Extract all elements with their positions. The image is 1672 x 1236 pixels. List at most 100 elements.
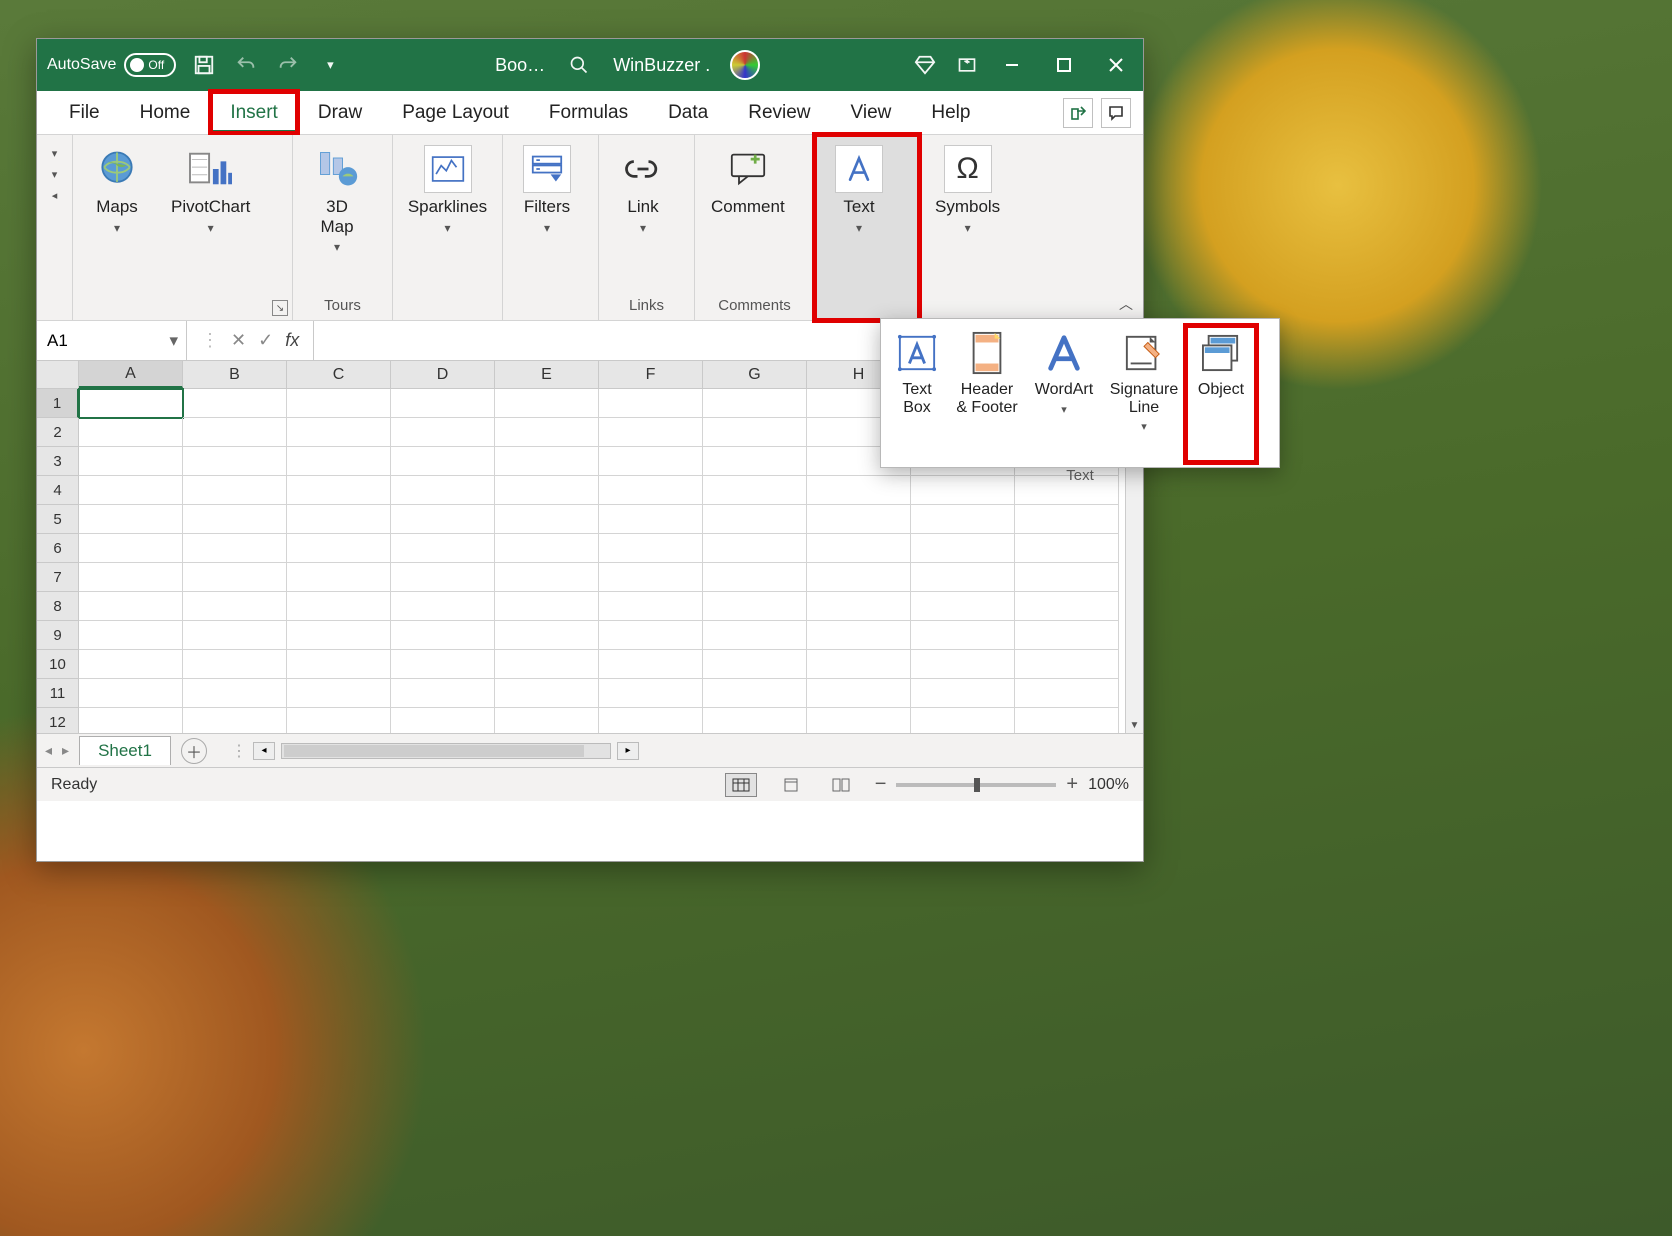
zoom-in-button[interactable]: +: [1066, 773, 1078, 796]
cell[interactable]: [807, 534, 911, 563]
cell[interactable]: [703, 418, 807, 447]
cell[interactable]: [703, 563, 807, 592]
comment-button[interactable]: Comment: [705, 141, 791, 221]
cell[interactable]: [287, 476, 391, 505]
cell[interactable]: [599, 505, 703, 534]
link-button[interactable]: Link ▾: [609, 141, 677, 239]
cell[interactable]: [183, 621, 287, 650]
save-icon[interactable]: [190, 51, 218, 79]
cell[interactable]: [287, 621, 391, 650]
cell[interactable]: [703, 708, 807, 733]
cell[interactable]: [703, 592, 807, 621]
search-icon[interactable]: [565, 51, 593, 79]
row-header[interactable]: 12: [37, 708, 79, 733]
tab-draw[interactable]: Draw: [298, 91, 382, 134]
cell[interactable]: [79, 708, 183, 733]
cell[interactable]: [287, 389, 391, 418]
header-footer-button[interactable]: Header & Footer: [949, 325, 1025, 420]
cell[interactable]: [807, 505, 911, 534]
name-box[interactable]: A1: [37, 321, 187, 360]
symbols-button[interactable]: Ω Symbols ▾: [929, 141, 1006, 239]
cell[interactable]: [1015, 621, 1119, 650]
cell[interactable]: [703, 650, 807, 679]
minimize-button[interactable]: [995, 48, 1029, 82]
cell[interactable]: [807, 592, 911, 621]
qat-dropdown-icon[interactable]: ▾: [316, 51, 344, 79]
cell[interactable]: [79, 418, 183, 447]
text-group-button[interactable]: Text ▾: [815, 135, 919, 320]
user-avatar[interactable]: [730, 50, 760, 80]
col-header[interactable]: D: [391, 361, 495, 388]
cell[interactable]: [599, 708, 703, 733]
zoom-slider[interactable]: [896, 783, 1056, 787]
cell[interactable]: [287, 447, 391, 476]
cell[interactable]: [703, 389, 807, 418]
cell[interactable]: [287, 534, 391, 563]
page-break-view-button[interactable]: [825, 773, 857, 797]
cell[interactable]: [807, 650, 911, 679]
chevron-left-icon[interactable]: ◂: [52, 189, 58, 202]
cell[interactable]: [391, 592, 495, 621]
cell[interactable]: [1015, 650, 1119, 679]
cell[interactable]: [911, 563, 1015, 592]
row-header[interactable]: 10: [37, 650, 79, 679]
col-header[interactable]: F: [599, 361, 703, 388]
cell[interactable]: [599, 621, 703, 650]
tab-file[interactable]: File: [49, 91, 120, 134]
cell[interactable]: [391, 505, 495, 534]
3d-map-button[interactable]: 3D Map ▾: [303, 141, 371, 258]
cell[interactable]: [599, 650, 703, 679]
add-sheet-button[interactable]: ＋: [181, 738, 207, 764]
cell[interactable]: [183, 447, 287, 476]
tab-insert[interactable]: Insert: [210, 91, 298, 134]
autosave-toggle[interactable]: AutoSave Off: [47, 53, 176, 77]
cell[interactable]: [391, 621, 495, 650]
cell[interactable]: [287, 679, 391, 708]
cell[interactable]: [703, 447, 807, 476]
cell[interactable]: [391, 447, 495, 476]
cell[interactable]: [911, 505, 1015, 534]
col-header[interactable]: B: [183, 361, 287, 388]
cell[interactable]: [391, 708, 495, 733]
cell[interactable]: [495, 650, 599, 679]
cell[interactable]: [79, 563, 183, 592]
cell[interactable]: [495, 418, 599, 447]
row-header[interactable]: 9: [37, 621, 79, 650]
cell[interactable]: [79, 592, 183, 621]
text-box-button[interactable]: Text Box: [885, 325, 949, 420]
tab-data[interactable]: Data: [648, 91, 728, 134]
zoom-level[interactable]: 100%: [1088, 776, 1129, 794]
cell[interactable]: [807, 679, 911, 708]
cell[interactable]: [599, 679, 703, 708]
cell[interactable]: [495, 621, 599, 650]
cell[interactable]: [1015, 563, 1119, 592]
cell[interactable]: [599, 534, 703, 563]
cell[interactable]: [599, 447, 703, 476]
scroll-left-icon[interactable]: ◂: [253, 742, 275, 760]
cell[interactable]: [599, 389, 703, 418]
maximize-button[interactable]: [1047, 48, 1081, 82]
row-header[interactable]: 8: [37, 592, 79, 621]
cell[interactable]: [183, 592, 287, 621]
sparklines-button[interactable]: Sparklines ▾: [403, 141, 492, 239]
wordart-button[interactable]: WordArt ▾: [1025, 325, 1103, 420]
col-header[interactable]: C: [287, 361, 391, 388]
cell[interactable]: [495, 592, 599, 621]
cell[interactable]: [495, 476, 599, 505]
cancel-icon[interactable]: ✕: [231, 330, 246, 351]
tab-formulas[interactable]: Formulas: [529, 91, 648, 134]
cell[interactable]: [1015, 592, 1119, 621]
cell[interactable]: [391, 418, 495, 447]
cell[interactable]: [287, 505, 391, 534]
cell[interactable]: [599, 563, 703, 592]
cell[interactable]: [287, 650, 391, 679]
cell[interactable]: [391, 650, 495, 679]
tab-review[interactable]: Review: [728, 91, 830, 134]
row-header[interactable]: 11: [37, 679, 79, 708]
cell[interactable]: [703, 621, 807, 650]
row-header[interactable]: 3: [37, 447, 79, 476]
chevron-down-icon[interactable]: ▾: [52, 168, 58, 181]
redo-icon[interactable]: [274, 51, 302, 79]
enter-icon[interactable]: ✓: [258, 330, 273, 351]
row-header[interactable]: 5: [37, 505, 79, 534]
